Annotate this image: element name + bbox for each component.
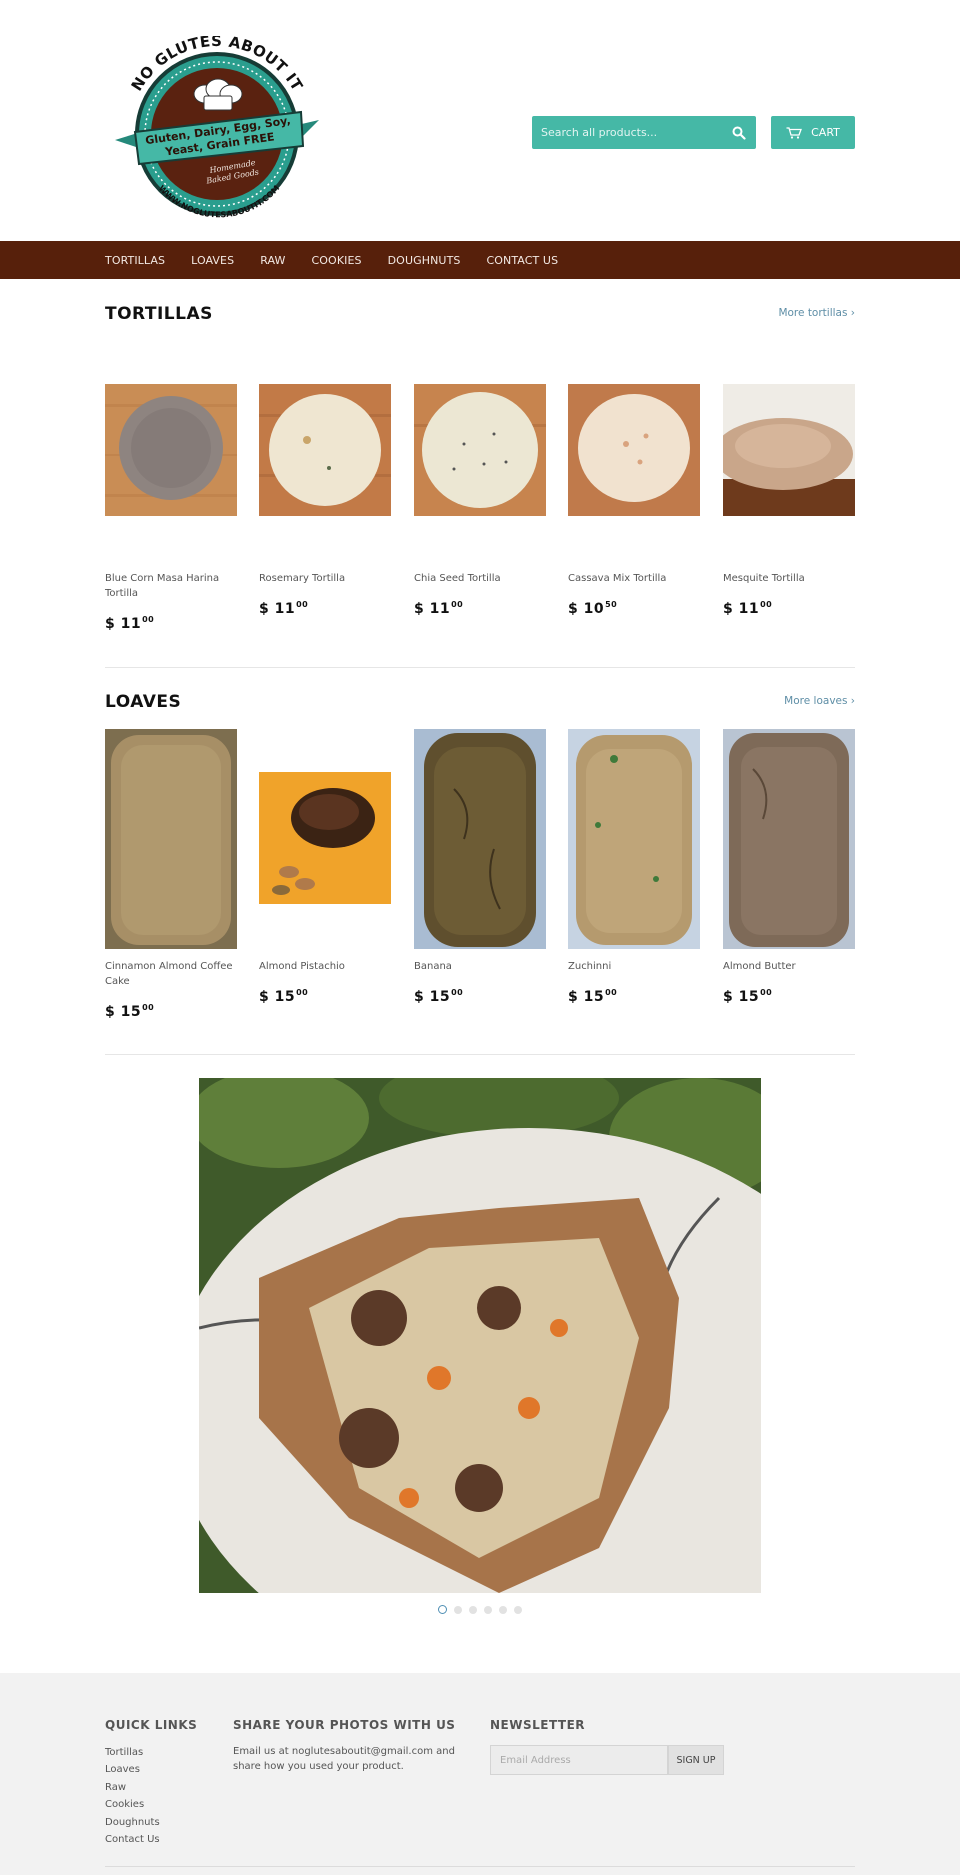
product-name[interactable]: Rosemary Tortilla — [259, 571, 391, 586]
product-card-cassava-mix-tortilla[interactable]: Cassava Mix Tortilla $ 1050 — [568, 384, 700, 634]
product-price: $ 1050 — [568, 600, 618, 617]
product-image[interactable] — [259, 384, 391, 516]
nav-item-cookies[interactable]: COOKIES — [312, 254, 362, 267]
product-card-almond-butter[interactable]: Almond Butter $ 1500 — [723, 729, 855, 1029]
product-price: $ 1100 — [105, 615, 155, 632]
search-button[interactable] — [722, 116, 756, 149]
product-price: $ 1500 — [414, 988, 464, 1005]
product-price: $ 1100 — [259, 600, 309, 617]
slide-dot-6[interactable] — [514, 1605, 522, 1614]
product-image[interactable] — [568, 729, 700, 949]
search-input[interactable] — [532, 116, 722, 149]
more-tortillas-link[interactable]: More tortillas › — [778, 307, 855, 319]
product-price: $ 1500 — [723, 988, 773, 1005]
product-photo — [259, 772, 391, 904]
product-name[interactable]: Blue Corn Masa Harina Tortilla — [105, 571, 237, 601]
search-icon — [732, 126, 746, 140]
nav-item-tortillas[interactable]: TORTILLAS — [105, 254, 165, 267]
product-image[interactable] — [414, 384, 546, 516]
product-image[interactable] — [568, 384, 700, 516]
product-card-banana[interactable]: Banana $ 1500 — [414, 729, 546, 1029]
product-card-rosemary-tortilla[interactable]: Rosemary Tortilla $ 1100 — [259, 384, 391, 634]
slide-dot-2[interactable] — [454, 1605, 462, 1614]
product-name[interactable]: Almond Pistachio — [259, 959, 391, 974]
product-card-almond-pistachio[interactable]: Almond Pistachio $ 1500 — [259, 729, 391, 1029]
product-photo — [568, 729, 700, 949]
nav-item-doughnuts[interactable]: DOUGHNUTS — [388, 254, 461, 267]
section-divider — [105, 1054, 855, 1055]
product-name[interactable]: Zuchinni — [568, 959, 700, 974]
product-photo — [723, 384, 855, 516]
product-image[interactable] — [259, 772, 391, 904]
product-price: $ 1500 — [259, 988, 309, 1005]
slide-dot-5[interactable] — [499, 1605, 507, 1614]
product-card-blue-corn-tortilla[interactable]: Blue Corn Masa Harina Tortilla $ 1100 — [105, 384, 237, 634]
search-form — [532, 116, 756, 149]
share-photos-title: SHARE YOUR PHOTOS WITH US — [233, 1718, 456, 1732]
product-price: $ 1100 — [723, 600, 773, 617]
quick-links-list: Tortillas Loaves Raw Cookies Doughnuts C… — [105, 1744, 160, 1848]
product-name[interactable]: Cassava Mix Tortilla — [568, 571, 700, 586]
newsletter-email-input[interactable] — [490, 1745, 668, 1775]
product-card-zuchinni[interactable]: Zuchinni $ 1500 — [568, 729, 700, 1029]
more-loaves-link[interactable]: More loaves › — [784, 695, 855, 707]
section-divider — [105, 667, 855, 668]
slide-dot-3[interactable] — [469, 1605, 477, 1614]
product-image[interactable] — [105, 384, 237, 516]
product-name[interactable]: Banana — [414, 959, 546, 974]
product-photo — [414, 384, 546, 516]
site-logo[interactable]: Gluten, Dairy, Egg, Soy, Yeast, Grain FR… — [105, 32, 331, 222]
product-price: $ 1100 — [414, 600, 464, 617]
slideshow-image[interactable] — [199, 1078, 761, 1593]
nav-item-loaves[interactable]: LOAVES — [191, 254, 234, 267]
tortillas-section-title: TORTILLAS — [105, 304, 213, 324]
loaves-section-title: LOAVES — [105, 692, 182, 712]
newsletter-signup-button[interactable]: SIGN UP — [668, 1745, 724, 1775]
product-name[interactable]: Almond Butter — [723, 959, 855, 974]
product-card-mesquite-tortilla[interactable]: Mesquite Tortilla $ 1100 — [723, 384, 855, 634]
footer-link-doughnuts[interactable]: Doughnuts — [105, 1814, 160, 1831]
newsletter-title: NEWSLETTER — [490, 1718, 586, 1732]
logo-graphic: Gluten, Dairy, Egg, Soy, Yeast, Grain FR… — [115, 32, 319, 219]
quick-links-title: QUICK LINKS — [105, 1718, 198, 1732]
product-image[interactable] — [105, 729, 237, 949]
footer-link-loaves[interactable]: Loaves — [105, 1761, 160, 1778]
product-photo — [105, 384, 237, 516]
product-name[interactable]: Mesquite Tortilla — [723, 571, 855, 586]
footer-link-cookies[interactable]: Cookies — [105, 1796, 160, 1813]
product-price: $ 1500 — [568, 988, 618, 1005]
slide-photo — [199, 1078, 761, 1593]
site-header: Gluten, Dairy, Egg, Soy, Yeast, Grain FR… — [0, 0, 960, 241]
product-name[interactable]: Chia Seed Tortilla — [414, 571, 546, 586]
product-image[interactable] — [414, 729, 546, 949]
nav-item-raw[interactable]: RAW — [260, 254, 285, 267]
product-photo — [414, 729, 546, 949]
slideshow-pagination — [438, 1605, 522, 1614]
footer-link-tortillas[interactable]: Tortillas — [105, 1744, 160, 1761]
product-photo — [568, 384, 700, 516]
nav-item-contact-us[interactable]: CONTACT US — [486, 254, 558, 267]
share-photos-text: Email us at noglutesaboutit@gmail.com an… — [233, 1746, 455, 1772]
footer-link-contact-us[interactable]: Contact Us — [105, 1831, 160, 1848]
product-photo — [723, 729, 855, 949]
product-photo — [259, 384, 391, 516]
product-image[interactable] — [723, 384, 855, 516]
cart-icon — [786, 126, 803, 139]
cart-label: CART — [811, 126, 840, 139]
product-price: $ 1500 — [105, 1003, 155, 1020]
product-name[interactable]: Cinnamon Almond Coffee Cake — [105, 959, 237, 989]
footer-divider — [105, 1866, 855, 1867]
product-card-cinnamon-almond-coffee-cake[interactable]: Cinnamon Almond Coffee Cake $ 1500 — [105, 729, 237, 1029]
product-image[interactable] — [723, 729, 855, 949]
product-card-chia-seed-tortilla[interactable]: Chia Seed Tortilla $ 1100 — [414, 384, 546, 634]
footer-link-raw[interactable]: Raw — [105, 1779, 160, 1796]
slide-dot-4[interactable] — [484, 1605, 492, 1614]
slide-dot-1[interactable] — [438, 1605, 447, 1614]
product-photo — [105, 729, 237, 949]
main-nav: TORTILLAS LOAVES RAW COOKIES DOUGHNUTS C… — [0, 241, 960, 279]
cart-button[interactable]: CART — [771, 116, 855, 149]
